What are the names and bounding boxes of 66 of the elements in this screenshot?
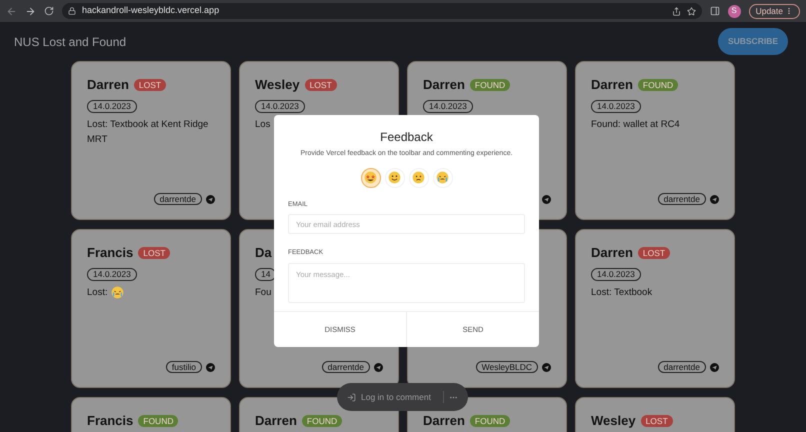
post-description: Found: wallet at RC4 — [591, 118, 680, 132]
side-panel-icon[interactable] — [710, 6, 720, 16]
smiling-face-icon — [388, 171, 401, 184]
login-icon[interactable] — [347, 392, 356, 402]
status-badge: FOUND — [470, 415, 510, 427]
poster-name: Francis — [87, 412, 134, 430]
send-icon[interactable] — [710, 362, 719, 372]
date-pill: 14.0.2023 — [591, 100, 641, 113]
lock-icon — [68, 7, 76, 15]
bookmark-star-icon[interactable] — [686, 6, 696, 16]
status-badge: LOST — [640, 415, 673, 427]
poster-name: Darren — [423, 76, 465, 94]
poster-name: Darren — [87, 76, 129, 94]
send-icon[interactable] — [542, 362, 551, 372]
username-pill[interactable]: darrentde — [658, 193, 706, 205]
dialog-title: Feedback — [379, 129, 434, 146]
post-description: Lost: — [87, 286, 108, 300]
status-badge: FOUND — [302, 415, 342, 427]
username-pill[interactable]: darrentde — [154, 193, 202, 205]
poster-name: Da — [255, 244, 272, 262]
username-pill[interactable]: fustilio — [166, 361, 202, 373]
send-icon[interactable] — [374, 362, 383, 372]
date-pill: 14.0.2023 — [255, 100, 305, 113]
status-badge: LOST — [134, 79, 166, 91]
profile-avatar[interactable]: S — [728, 4, 741, 18]
status-badge: LOST — [138, 247, 170, 259]
forward-icon[interactable] — [25, 6, 36, 16]
date-pill: 14.0.2023 — [423, 100, 473, 113]
send-icon[interactable] — [710, 194, 719, 204]
status-badge: FOUND — [138, 415, 178, 427]
poster-name: Francis — [87, 244, 134, 262]
frowning-face-icon — [412, 171, 425, 184]
post-description: Fou — [255, 286, 272, 300]
poster-name: Wesley — [591, 412, 636, 430]
reload-icon[interactable] — [44, 6, 54, 16]
status-badge: FOUND — [638, 79, 678, 91]
update-button[interactable]: Update — [748, 4, 800, 18]
username-pill[interactable]: darrentde — [658, 361, 706, 373]
send-icon[interactable] — [206, 362, 215, 372]
rating-option[interactable] — [360, 168, 380, 188]
post-description: Lost: Textbook — [591, 286, 652, 300]
username-pill[interactable]: darrentde — [322, 361, 370, 373]
post-description: Lost: Textbook at Kent Ridge MRT — [87, 118, 210, 147]
poster-name: Wesley — [255, 76, 300, 94]
send-icon[interactable] — [542, 194, 551, 204]
status-badge: FOUND — [470, 79, 510, 91]
poster-name: Darren — [423, 412, 465, 430]
poster-name: Darren — [591, 244, 633, 262]
username-pill[interactable]: WesleyBLDC — [476, 361, 538, 373]
url-text: hackandroll-wesleybldc.vercel.app — [82, 4, 220, 18]
back-icon[interactable] — [6, 6, 17, 16]
share-icon[interactable] — [672, 6, 681, 16]
date-pill: 14.0.2023 — [87, 268, 137, 281]
date-pill: 14.0.2023 — [87, 100, 137, 113]
crying-face-icon — [436, 171, 449, 184]
star-eyes-face-icon — [364, 171, 377, 184]
post-description: Los — [255, 118, 270, 132]
status-badge: LOST — [304, 79, 337, 91]
app-title: NUS Lost and Found — [14, 34, 126, 50]
status-badge: LOST — [638, 247, 670, 259]
send-icon[interactable] — [206, 194, 215, 204]
poster-name: Darren — [255, 412, 297, 430]
poster-name: Darren — [591, 76, 633, 94]
date-pill: 14.0.2023 — [591, 268, 641, 281]
login-link[interactable]: Log in to comment — [361, 390, 431, 404]
address-bar[interactable]: hackandroll-wesleybldc.vercel.app — [62, 3, 702, 19]
